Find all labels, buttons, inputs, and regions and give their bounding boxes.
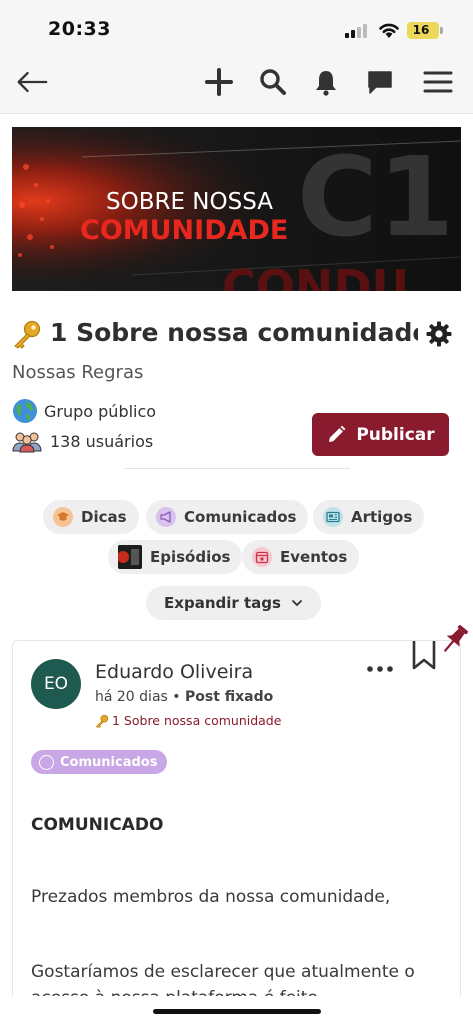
pencil-icon: [329, 425, 346, 442]
banner-background-word: CONDU: [222, 260, 409, 291]
post-tag-label: Comunicados: [60, 754, 158, 770]
key-icon: [14, 320, 41, 349]
tag-dicas[interactable]: Dicas: [43, 500, 139, 534]
home-indicator[interactable]: [153, 1009, 321, 1014]
post-meta: há 20 dias • Post fixado: [95, 689, 273, 705]
group-subtitle: Nossas Regras: [12, 362, 144, 383]
notifications-bell-icon[interactable]: [310, 66, 342, 98]
menu-icon[interactable]: [422, 66, 454, 98]
divider: [124, 468, 350, 469]
tag-label: Artigos: [351, 508, 413, 526]
group-members: 138 usuários: [12, 428, 153, 454]
publish-button[interactable]: Publicar: [312, 413, 449, 456]
users-icon: [12, 432, 42, 453]
post-time: há 20 dias: [95, 689, 168, 705]
tag-episodios[interactable]: Episódios: [108, 540, 243, 574]
post-pinned-label: Post fixado: [185, 689, 274, 705]
post-paragraph: Prezados membros da nossa comunidade,: [31, 887, 391, 907]
post-heading: COMUNICADO: [31, 815, 164, 835]
search-icon[interactable]: [257, 66, 289, 98]
newspaper-icon: [323, 507, 343, 527]
episodes-thumbnail-icon: [118, 545, 142, 569]
post-tag-comunicados[interactable]: Comunicados: [31, 750, 168, 774]
more-options-icon[interactable]: [366, 663, 394, 675]
tag-label: Dicas: [81, 508, 127, 526]
megaphone-icon: [39, 754, 54, 770]
post-card[interactable]: EO Eduardo Oliveira há 20 dias • Post fi…: [12, 640, 461, 1024]
wifi-icon: [379, 23, 399, 38]
banner-line-1: SOBRE NOSSA: [106, 189, 273, 215]
tag-label: Eventos: [280, 548, 348, 566]
megaphone-icon: [156, 507, 176, 527]
tag-artigos[interactable]: Artigos: [313, 500, 425, 534]
expand-tags-label: Expandir tags: [164, 594, 281, 612]
tag-comunicados[interactable]: Comunicados: [146, 500, 309, 534]
banner-line-2: COMUNIDADE: [80, 215, 288, 246]
tag-label: Episódios: [150, 548, 231, 566]
calendar-icon: [252, 547, 272, 567]
group-title: 1 Sobre nossa comunidade: [50, 318, 418, 347]
status-time: 20:33: [48, 18, 111, 40]
key-icon: [95, 714, 109, 728]
group-members-label: 138 usuários: [50, 431, 154, 451]
chevron-down-icon: [292, 600, 302, 607]
tag-label: Comunicados: [184, 508, 297, 526]
banner-background-number: C1: [297, 133, 454, 261]
group-visibility-label: Grupo público: [44, 401, 157, 421]
add-icon[interactable]: [203, 66, 235, 98]
expand-tags-button[interactable]: Expandir tags: [146, 586, 321, 620]
post-author-name[interactable]: Eduardo Oliveira: [95, 661, 253, 683]
battery-level: 16: [412, 23, 430, 37]
globe-icon: [13, 399, 37, 423]
group-title-row: 1 Sobre nossa comunidade: [12, 316, 452, 352]
post-meta-separator: •: [167, 689, 185, 705]
publish-button-label: Publicar: [356, 424, 435, 445]
back-arrow-icon[interactable]: [16, 66, 48, 98]
chat-icon[interactable]: [364, 66, 396, 98]
post-group-name: 1 Sobre nossa comunidade: [112, 713, 282, 728]
author-avatar[interactable]: EO: [31, 659, 81, 709]
cellular-signal-icon: [345, 24, 371, 38]
group-visibility: Grupo público: [12, 398, 156, 424]
tag-eventos[interactable]: Eventos: [242, 540, 360, 574]
bookmark-icon[interactable]: [411, 640, 437, 671]
post-group-link[interactable]: 1 Sobre nossa comunidade: [95, 713, 281, 728]
graduation-cap-icon: [53, 507, 73, 527]
pin-icon: [444, 624, 469, 652]
settings-gear-icon[interactable]: [426, 321, 452, 347]
battery-icon: 16: [407, 22, 443, 39]
status-bar: 20:33 16: [0, 0, 473, 48]
app-navigation-bar: [0, 48, 473, 114]
group-banner-image: C1 CONDU SOBRE NOSSA COMUNIDADE: [12, 127, 461, 291]
